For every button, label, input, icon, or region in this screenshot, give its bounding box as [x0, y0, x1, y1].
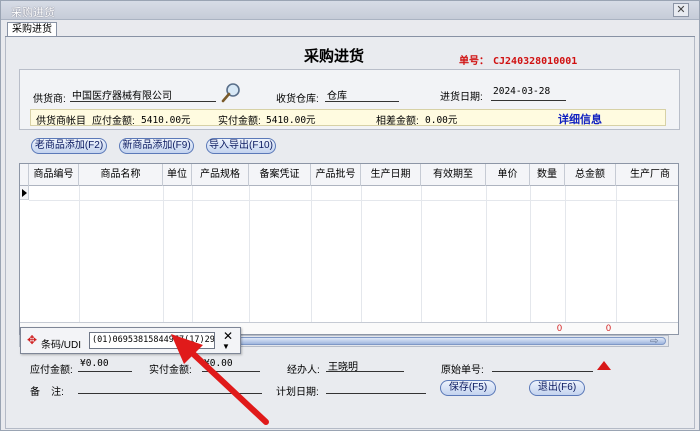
annotation-arrow — [171, 334, 269, 425]
